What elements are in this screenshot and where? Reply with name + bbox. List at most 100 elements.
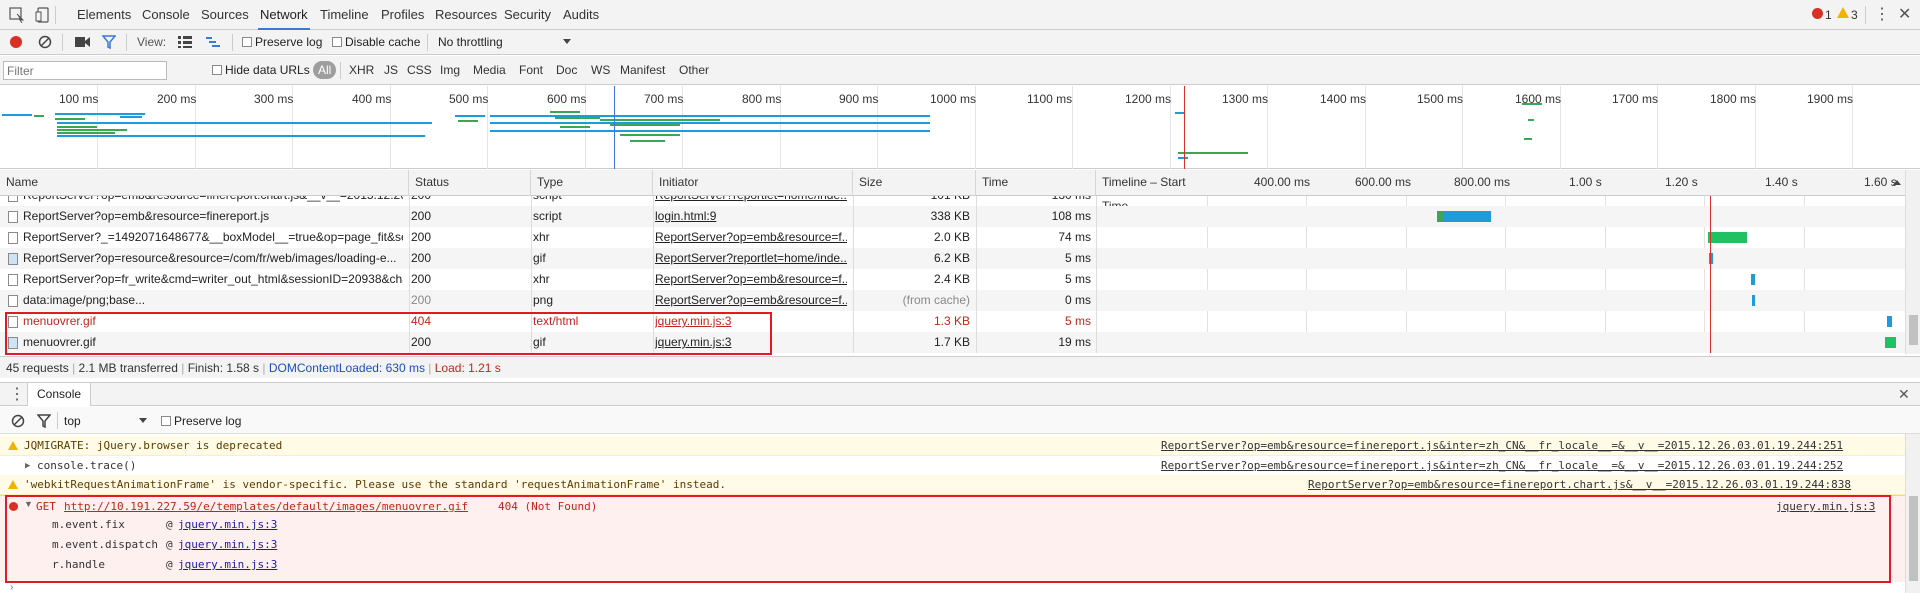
column-name[interactable]: Name [0, 170, 409, 196]
network-scrollbar[interactable] [1905, 170, 1920, 354]
tab-console[interactable]: Console [142, 0, 190, 30]
preserve-log-label: Preserve log [255, 35, 323, 49]
request-initiator[interactable]: login.html:9 [655, 206, 847, 227]
overview-tick: 800 ms [742, 92, 782, 106]
waterfall-bar [1751, 274, 1755, 285]
drawer-tab-console[interactable]: Console [27, 383, 92, 406]
filter-other[interactable]: Other [679, 63, 709, 77]
large-rows-icon[interactable] [178, 36, 192, 48]
capture-screenshots-icon[interactable] [75, 36, 90, 48]
overview-icon[interactable] [206, 36, 220, 48]
divider [340, 62, 341, 79]
column-type[interactable]: Type [531, 170, 653, 196]
filter-img[interactable]: Img [440, 63, 460, 77]
waterfall-tick: 1.40 s [1765, 175, 1798, 189]
filter-doc[interactable]: Doc [556, 63, 577, 77]
preserve-log-checkbox[interactable]: Preserve log [242, 35, 322, 49]
overview-tick: 700 ms [644, 92, 684, 106]
column-divider [853, 196, 854, 353]
filter-input[interactable] [3, 61, 167, 80]
drawer-menu-icon[interactable]: ⋮ [9, 384, 25, 404]
filter-icon[interactable] [37, 414, 51, 428]
overview-tick: 1400 ms [1320, 92, 1367, 106]
request-initiator[interactable]: ReportServer?op=emb&resource=f... [655, 227, 847, 248]
column-timeline[interactable]: Timeline – Start Time [1096, 170, 1206, 213]
column-size[interactable]: Size [853, 170, 976, 196]
console-message-source[interactable]: ReportServer?op=emb&resource=finereport.… [1161, 436, 1843, 456]
console-message-source[interactable]: ReportServer?op=emb&resource=finereport.… [1308, 475, 1851, 495]
console-message-warning: JQMIGRATE: jQuery.browser is deprecated … [0, 436, 1905, 456]
sort-arrow-icon[interactable] [1893, 180, 1901, 185]
summary-finish: Finish: 1.58 s [187, 361, 260, 375]
table-row[interactable]: ReportServer?_=1492071648677&__boxModel_… [0, 227, 1905, 248]
devtools-tab-bar: Elements Console Sources Network Timelin… [0, 0, 1920, 30]
filter-manifest[interactable]: Manifest [620, 63, 665, 77]
tab-audits[interactable]: Audits [563, 0, 599, 30]
request-initiator[interactable]: ReportServer?reportlet=home/inde... [655, 196, 847, 206]
warning-count[interactable]: 3 [1851, 0, 1858, 30]
request-initiator[interactable]: ReportServer?op=emb&resource=f... [655, 290, 847, 311]
filter-css[interactable]: CSS [407, 63, 432, 77]
error-count[interactable]: 1 [1825, 0, 1832, 30]
tab-network[interactable]: Network [258, 0, 310, 30]
request-time: 108 ms [1051, 209, 1091, 223]
tab-sources[interactable]: Sources [201, 0, 249, 30]
tab-timeline[interactable]: Timeline [320, 0, 369, 30]
context-value: top [64, 414, 81, 428]
table-row[interactable]: ReportServer?op=resource&resource=/com/f… [0, 248, 1905, 269]
error-count-icon [1812, 8, 1823, 19]
column-status[interactable]: Status [409, 170, 531, 196]
filter-all-button[interactable]: All [313, 61, 337, 79]
context-select[interactable]: top [64, 414, 81, 428]
waterfall-tick: 1.20 s [1665, 175, 1698, 189]
console-prompt-icon[interactable]: › [10, 582, 13, 593]
network-overview[interactable]: 100 ms 200 ms 300 ms 400 ms 500 ms 600 m… [0, 86, 1920, 169]
console-message-source[interactable]: ReportServer?op=emb&resource=finereport.… [1161, 456, 1843, 476]
disable-cache-checkbox[interactable]: Disable cache [332, 35, 420, 49]
column-divider [1096, 196, 1097, 353]
inspect-element-icon[interactable] [9, 7, 25, 23]
filter-js[interactable]: JS [384, 63, 398, 77]
filter-ws[interactable]: WS [591, 63, 610, 77]
table-row[interactable]: ReportServer?op=fr_write&cmd=writer_out_… [0, 269, 1905, 290]
tab-elements[interactable]: Elements [77, 0, 131, 30]
table-row[interactable]: data:image/png;base... 200 png ReportSer… [0, 290, 1905, 311]
clear-console-icon[interactable] [11, 414, 25, 428]
expand-arrow-icon[interactable]: ▶ [25, 456, 30, 476]
throttling-select[interactable]: No throttling [438, 35, 503, 49]
table-row[interactable]: ReportServer?op=emb&resource=finereport.… [0, 206, 1905, 227]
column-initiator[interactable]: Initiator [653, 170, 853, 196]
column-time[interactable]: Time [976, 170, 1096, 196]
tab-profiles[interactable]: Profiles [381, 0, 424, 30]
filter-xhr[interactable]: XHR [349, 63, 374, 77]
chevron-down-icon[interactable] [139, 418, 147, 423]
clear-icon[interactable] [38, 35, 52, 49]
request-time: 5 ms [1064, 251, 1091, 265]
scrollbar-thumb[interactable] [1909, 496, 1918, 581]
filter-media[interactable]: Media [473, 63, 506, 77]
scrollbar-thumb[interactable] [1909, 315, 1918, 345]
tab-resources[interactable]: Resources [435, 0, 497, 30]
hide-data-urls-checkbox[interactable]: Hide data URLs [212, 63, 310, 77]
request-type: script [533, 209, 562, 223]
tab-security[interactable]: Security [504, 0, 551, 30]
table-row[interactable]: ReportServer?op=emb&resource=finereport.… [0, 196, 1905, 206]
chevron-down-icon[interactable] [563, 39, 571, 44]
device-mode-icon[interactable] [35, 7, 51, 23]
request-status: 200 [411, 251, 432, 265]
filter-icon[interactable] [102, 35, 116, 49]
request-status: 200 [411, 196, 431, 206]
console-preserve-log-checkbox[interactable]: Preserve log [161, 414, 241, 428]
console-message-trace[interactable]: ▶ console.trace() ReportServer?op=emb&re… [0, 456, 1905, 476]
request-initiator[interactable]: ReportServer?op=emb&resource=f... [655, 269, 847, 290]
close-devtools-icon[interactable]: ✕ [1898, 0, 1911, 30]
more-options-icon[interactable]: ⋮ [1874, 0, 1890, 30]
filter-font[interactable]: Font [519, 63, 543, 77]
drawer-tab-bar: ⋮ Console ✕ [0, 382, 1920, 406]
throttling-value: No throttling [438, 35, 503, 49]
console-scrollbar[interactable] [1905, 434, 1920, 593]
close-drawer-icon[interactable]: ✕ [1898, 383, 1910, 406]
request-initiator[interactable]: ReportServer?reportlet=home/inde... [655, 248, 847, 269]
record-icon[interactable] [10, 36, 22, 48]
warning-icon [8, 480, 18, 489]
